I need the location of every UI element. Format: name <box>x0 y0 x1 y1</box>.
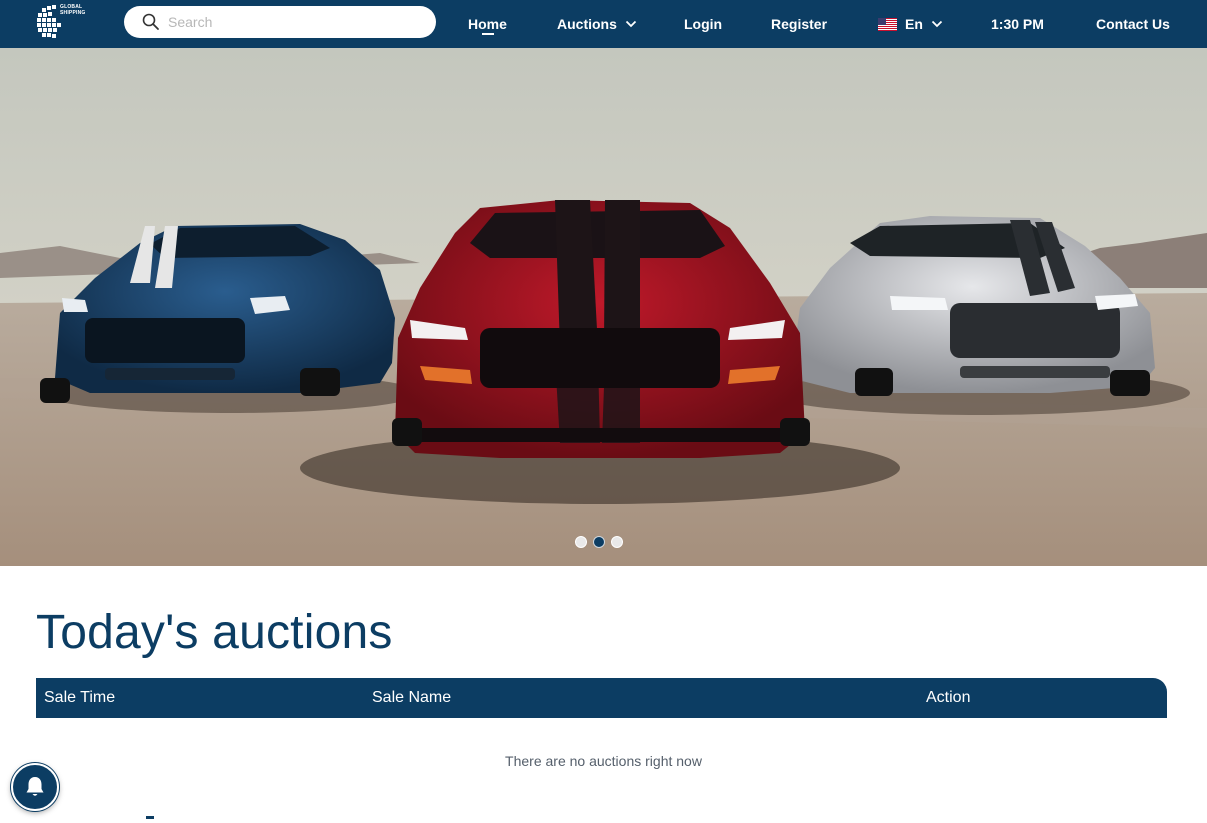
carousel-indicators <box>575 536 623 548</box>
column-header-sale-time: Sale Time <box>44 689 116 706</box>
column-header-action: Action <box>926 689 971 706</box>
nav-contact-label: Contact Us <box>1096 16 1170 32</box>
nav-login-link[interactable]: Login <box>684 0 722 48</box>
chevron-down-icon <box>931 20 943 28</box>
nav-register-label: Register <box>771 16 828 32</box>
language-label: En <box>905 16 923 32</box>
search-icon[interactable] <box>142 13 160 31</box>
carousel-dot-2[interactable] <box>593 536 605 548</box>
section-title: Today's auctions <box>36 606 393 659</box>
bell-icon <box>26 777 44 796</box>
nav-home-link[interactable]: Home <box>468 0 507 48</box>
next-section-heading-fragment <box>146 816 154 819</box>
nav-contact-link[interactable]: Contact Us <box>1096 0 1170 48</box>
hero-carousel <box>0 48 1207 566</box>
language-selector[interactable]: En <box>878 0 943 48</box>
nav-home-label: Home <box>468 16 507 32</box>
column-header-sale-name: Sale Name <box>372 689 452 706</box>
search-input[interactable] <box>168 12 418 32</box>
nav-login-label: Login <box>684 16 723 32</box>
carousel-dot-1[interactable] <box>575 536 587 548</box>
auctions-table-header: Sale Time Sale Name Action <box>36 678 1167 718</box>
us-flag-icon <box>878 17 897 31</box>
logo-text-line2: SHIPPING <box>60 10 86 16</box>
clock-time: 1:30 PM <box>991 16 1044 32</box>
search-box <box>124 6 436 38</box>
empty-state-message: There are no auctions right now <box>505 753 702 769</box>
carousel-dot-3[interactable] <box>611 536 623 548</box>
hero-image <box>0 48 1207 566</box>
logo-text: GLOBAL SHIPPING <box>60 4 90 16</box>
chevron-down-icon <box>625 20 637 28</box>
nav-register-link[interactable]: Register <box>771 0 827 48</box>
clock-display: 1:30 PM <box>991 0 1044 48</box>
nav-auctions-label: Auctions <box>557 16 617 32</box>
nav-auctions-dropdown[interactable]: Auctions <box>557 0 637 48</box>
active-indicator <box>482 33 494 35</box>
notification-button[interactable] <box>11 763 59 811</box>
top-navbar: GLOBAL SHIPPING Home Auctions Login Regi… <box>0 0 1207 48</box>
